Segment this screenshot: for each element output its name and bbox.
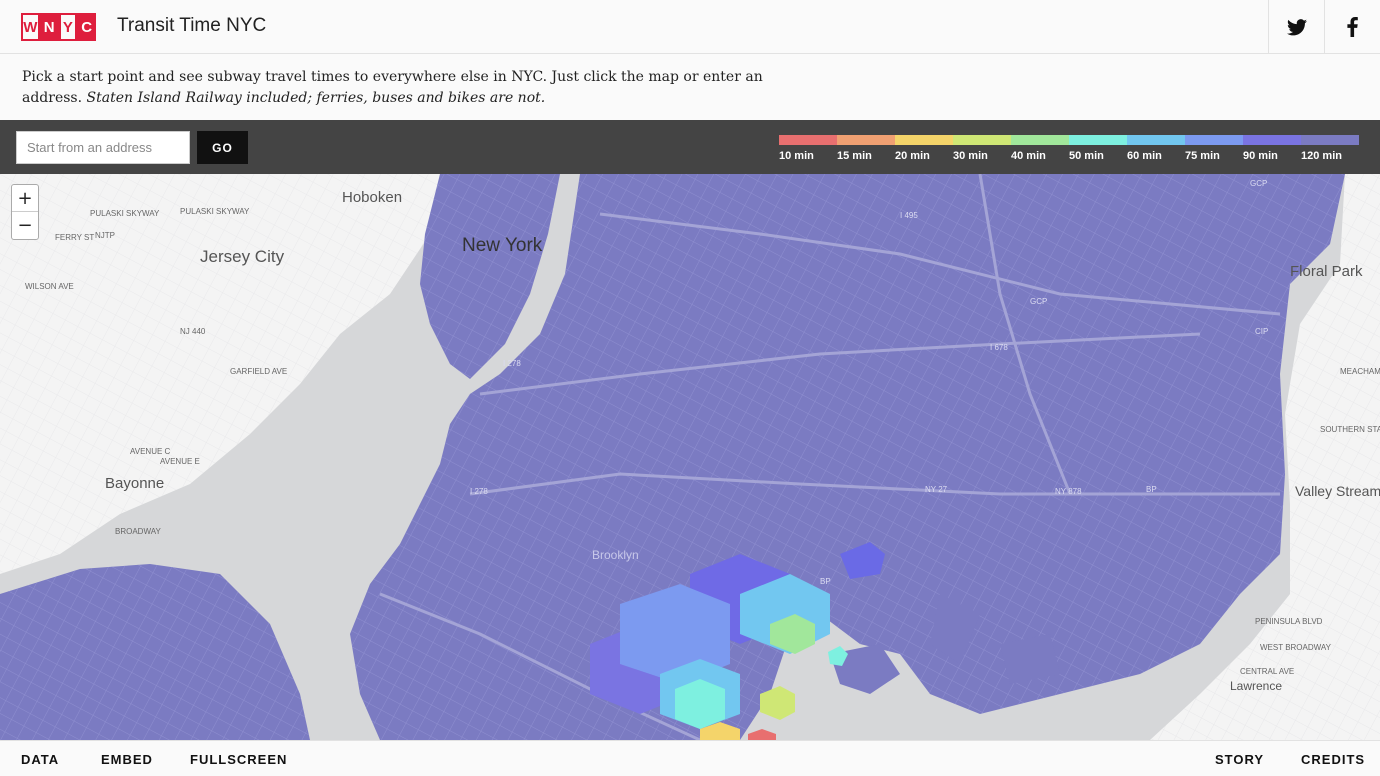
road-label-ferry-st: FERRY ST	[55, 233, 94, 242]
legend-item: 120 min	[1301, 135, 1359, 162]
place-label-bayonne: Bayonne	[105, 475, 164, 492]
hex-50min	[675, 679, 725, 729]
place-label-new-york: New York	[462, 235, 543, 256]
facebook-share-button[interactable]	[1324, 0, 1380, 54]
road-label-peninsula-blvd: PENINSULA BLVD	[1255, 617, 1323, 626]
road-label-nj-440: NJ 440	[180, 327, 206, 336]
control-bar: GO 10 min 15 min 20 min 30 min 40 min 50 min 6…	[0, 120, 1380, 174]
road-label-central-ave: CENTRAL AVE	[1240, 667, 1294, 676]
legend-label: 120 min	[1301, 150, 1342, 162]
staten-island-streets	[0, 564, 310, 740]
legend-item: 30 min	[953, 135, 1011, 162]
place-label-hoboken: Hoboken	[342, 189, 402, 206]
intro-text: Pick a start point and see subway travel…	[22, 67, 822, 109]
credits-button[interactable]: CREDITS	[1301, 741, 1365, 776]
road-label-njtp: NJTP	[95, 231, 115, 240]
address-input[interactable]	[16, 131, 190, 164]
travel-time-legend: 10 min 15 min 20 min 30 min 40 min 50 min 60 m…	[779, 135, 1359, 162]
legend-swatch	[1301, 135, 1359, 145]
legend-swatch	[953, 135, 1011, 145]
intro-panel: Pick a start point and see subway travel…	[0, 54, 1380, 120]
road-label-i495: I 495	[900, 211, 918, 220]
hex-10min	[748, 729, 776, 740]
place-label-valley-stream: Valley Stream	[1295, 483, 1380, 499]
road-label-ny878: NY 878	[1055, 487, 1082, 496]
legend-label: 10 min	[779, 150, 814, 162]
road-label-ny27: NY 27	[925, 485, 948, 494]
legend-swatch	[895, 135, 953, 145]
road-label-bp-a: BP	[1146, 485, 1157, 494]
road-label-broadway: BROADWAY	[115, 527, 161, 536]
legend-item: 20 min	[895, 135, 953, 162]
legend-swatch	[1127, 135, 1185, 145]
road-label-i678: I 678	[990, 343, 1008, 352]
story-button[interactable]: STORY	[1215, 741, 1264, 776]
road-label-garfield-ave: GARFIELD AVE	[230, 367, 287, 376]
legend-swatch	[1069, 135, 1127, 145]
legend-item: 10 min	[779, 135, 837, 162]
legend-item: 15 min	[837, 135, 895, 162]
data-button[interactable]: DATA	[21, 741, 59, 776]
road-label-pulaski-2: PULASKI SKYWAY	[180, 207, 250, 216]
logo-letter-c: C	[77, 13, 96, 41]
logo-letter-w: W	[21, 13, 40, 41]
footer-bar: DATA EMBED FULLSCREEN STORY CREDITS	[0, 740, 1380, 776]
legend-swatch	[1243, 135, 1301, 145]
road-label-southern-state: SOUTHERN STATE	[1320, 425, 1380, 434]
legend-label: 30 min	[953, 150, 988, 162]
legend-swatch	[1185, 135, 1243, 145]
legend-swatch	[837, 135, 895, 145]
road-label-wilson-ave: WILSON AVE	[25, 282, 74, 291]
road-label-i278-b: I 278	[470, 487, 488, 496]
legend-item: 50 min	[1069, 135, 1127, 162]
road-label-gcp-b: GCP	[1250, 179, 1267, 188]
facebook-icon	[1347, 17, 1358, 37]
embed-button[interactable]: EMBED	[101, 741, 153, 776]
app-title: Transit Time NYC	[117, 15, 267, 36]
legend-item: 60 min	[1127, 135, 1185, 162]
legend-item: 75 min	[1185, 135, 1243, 162]
road-label-pulaski-1: PULASKI SKYWAY	[90, 209, 160, 218]
road-label-avenue-e: AVENUE E	[160, 457, 200, 466]
zoom-out-button[interactable]: −	[12, 212, 38, 239]
zoom-in-button[interactable]: +	[12, 185, 38, 212]
road-label-gcp-a: GCP	[1030, 297, 1047, 306]
legend-label: 90 min	[1243, 150, 1278, 162]
legend-swatch	[779, 135, 837, 145]
map-graphic[interactable]: Hoboken New York Jersey City Bayonne Flo…	[0, 174, 1380, 740]
legend-item: 40 min	[1011, 135, 1069, 162]
intro-note: Staten Island Railway included; ferries,…	[86, 90, 546, 106]
place-label-brooklyn: Brooklyn	[592, 548, 639, 562]
legend-label: 75 min	[1185, 150, 1220, 162]
go-button[interactable]: GO	[197, 131, 248, 164]
legend-label: 60 min	[1127, 150, 1162, 162]
road-label-meacham-ave: MEACHAM AVE	[1340, 367, 1380, 376]
legend-label: 50 min	[1069, 150, 1104, 162]
road-label-bp-b: BP	[820, 577, 831, 586]
zoom-control: + −	[11, 184, 39, 240]
fullscreen-button[interactable]: FULLSCREEN	[190, 741, 287, 776]
road-label-cip: CIP	[1255, 327, 1268, 336]
place-label-lawrence: Lawrence	[1230, 679, 1282, 693]
legend-swatch	[1011, 135, 1069, 145]
twitter-share-button[interactable]	[1268, 0, 1324, 54]
app-header: W N Y C Transit Time NYC	[0, 0, 1380, 54]
place-label-jersey-city: Jersey City	[200, 247, 285, 266]
legend-label: 15 min	[837, 150, 872, 162]
place-label-floral-park: Floral Park	[1290, 263, 1363, 280]
logo-letter-y: Y	[58, 13, 78, 41]
map-canvas[interactable]: Hoboken New York Jersey City Bayonne Flo…	[0, 174, 1380, 740]
legend-label: 40 min	[1011, 150, 1046, 162]
road-label-i278-a: I 278	[503, 359, 521, 368]
legend-item: 90 min	[1243, 135, 1301, 162]
twitter-icon	[1286, 18, 1307, 35]
legend-label: 20 min	[895, 150, 930, 162]
logo-letter-n: N	[39, 13, 59, 41]
road-label-avenue-c: AVENUE C	[130, 447, 171, 456]
road-label-west-broadway: WEST BROADWAY	[1260, 643, 1332, 652]
wnyc-logo[interactable]: W N Y C	[21, 13, 96, 41]
